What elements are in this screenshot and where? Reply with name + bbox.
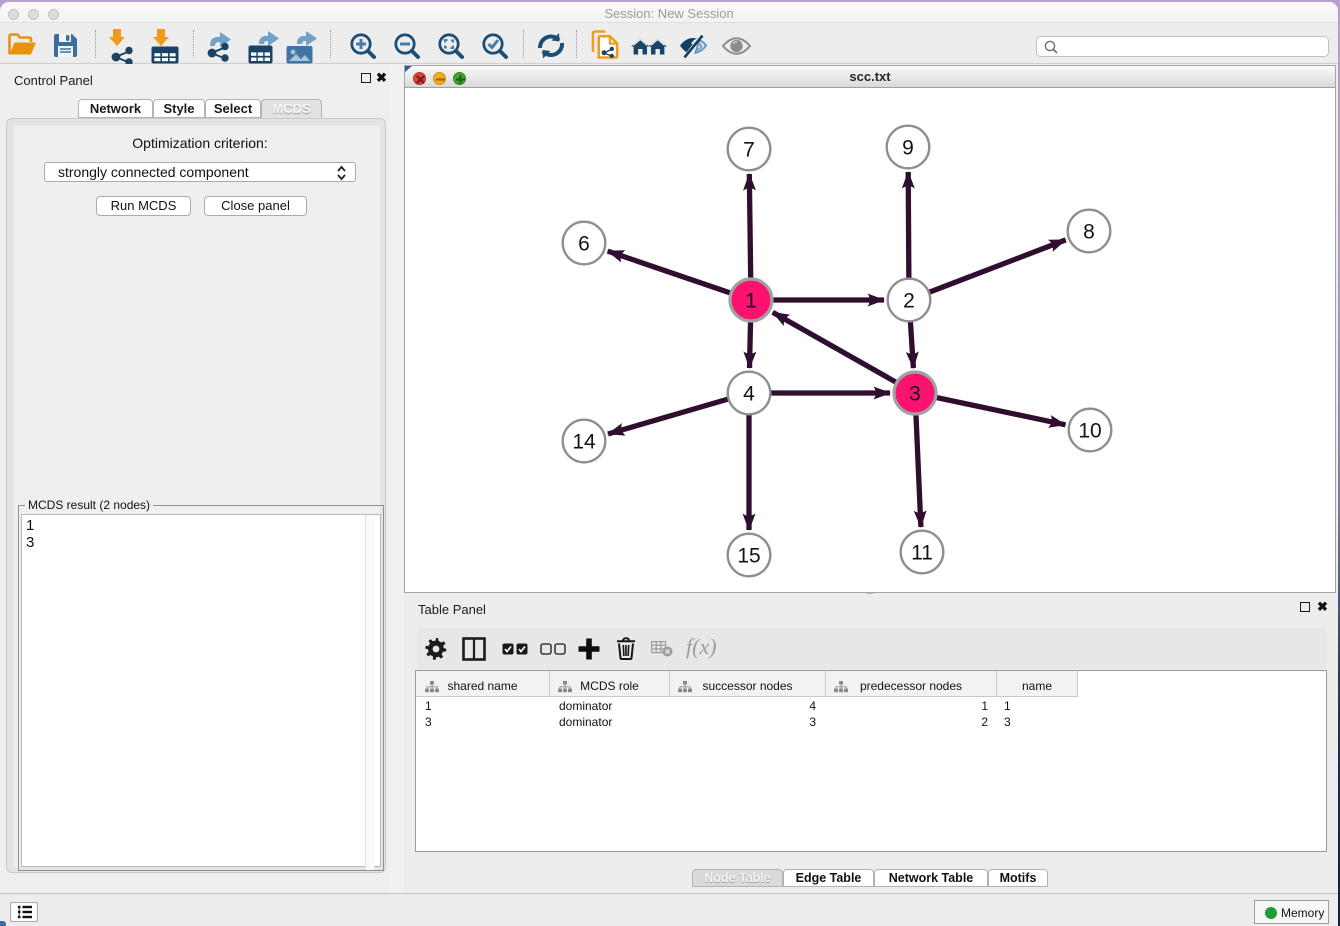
svg-text:8: 8 (1083, 221, 1095, 244)
svg-text:1: 1 (745, 290, 757, 313)
svg-text:3: 3 (909, 383, 921, 406)
svg-text:4: 4 (743, 383, 755, 406)
svg-text:15: 15 (737, 545, 760, 568)
svg-text:10: 10 (1078, 420, 1101, 443)
svg-text:14: 14 (572, 431, 596, 454)
svg-text:11: 11 (911, 542, 933, 565)
svg-text:9: 9 (902, 137, 914, 160)
svg-text:2: 2 (903, 290, 915, 313)
svg-text:7: 7 (743, 139, 755, 162)
svg-text:6: 6 (578, 233, 590, 256)
